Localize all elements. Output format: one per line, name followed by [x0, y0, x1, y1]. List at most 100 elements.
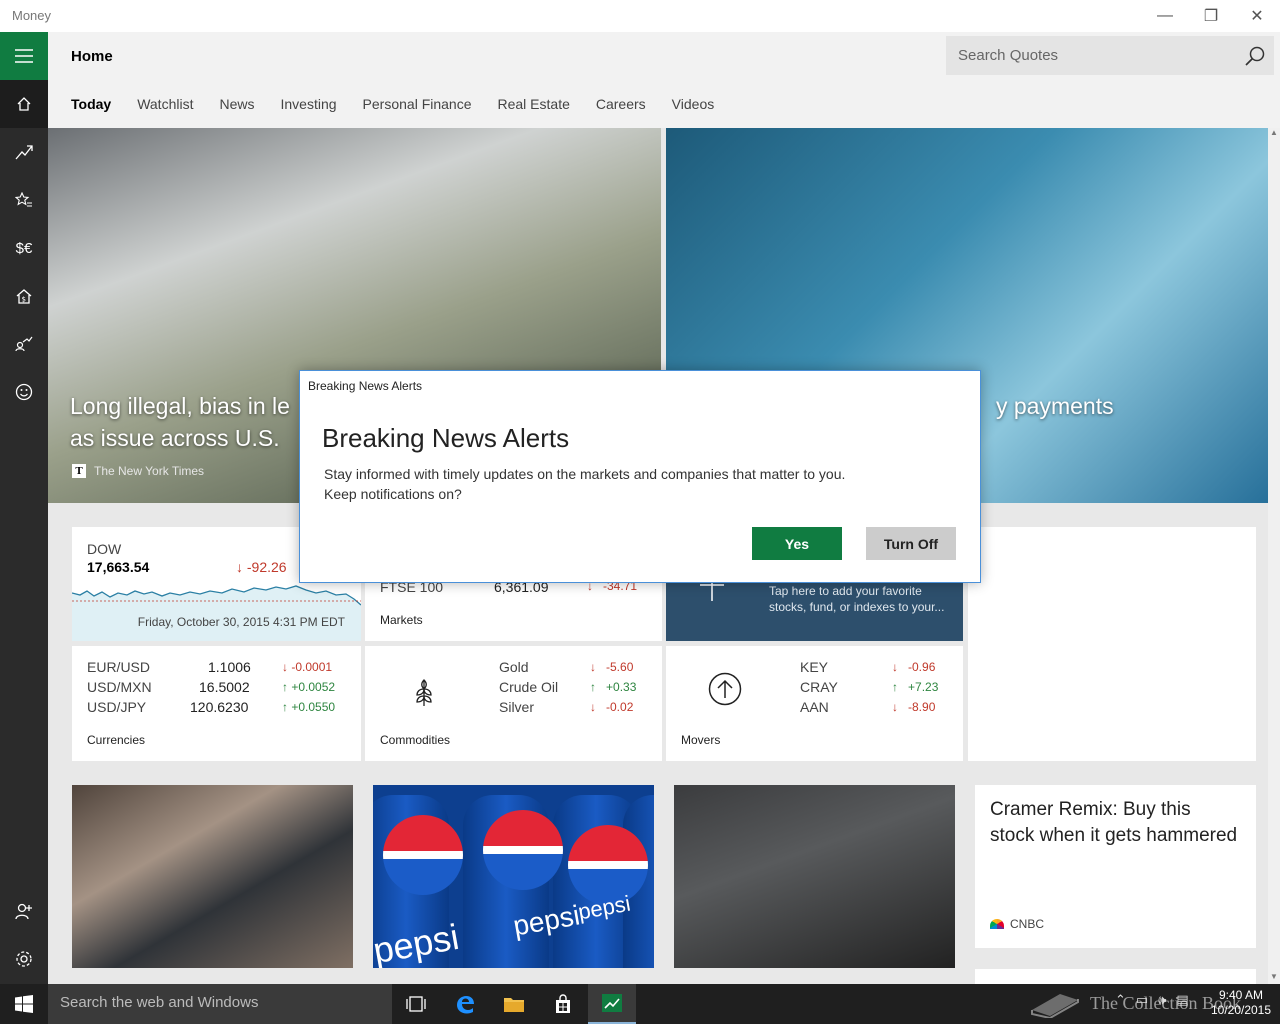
volume-icon[interactable]: 🕪: [1158, 992, 1166, 1008]
mover-change: ↓ -8.90: [892, 700, 936, 714]
mover-symbol: KEY: [800, 659, 829, 675]
currency-change-value: +0.0550: [291, 700, 336, 714]
system-clock[interactable]: 9:40 AM 10/20/2015: [1210, 988, 1272, 1018]
smiley-icon[interactable]: [0, 368, 48, 416]
close-button[interactable]: ✕: [1234, 0, 1280, 32]
scroll-down-icon[interactable]: ▼: [1268, 972, 1280, 984]
minimize-button[interactable]: —: [1142, 0, 1188, 32]
news-story-card[interactable]: [975, 969, 1256, 984]
money-app-icon[interactable]: [588, 984, 636, 1024]
tray-chevron-icon[interactable]: ⌃: [1115, 992, 1126, 1008]
hero-source: T The New York Times: [72, 464, 204, 478]
dialog-body: Stay informed with timely updates on the…: [324, 464, 845, 504]
scroll-up-icon[interactable]: ▲: [1268, 128, 1280, 140]
index-change: ↓ -92.26: [236, 559, 287, 575]
commodity-change: ↓ -5.60: [590, 660, 634, 674]
yes-button[interactable]: Yes: [752, 527, 842, 560]
app-title: Money: [12, 8, 52, 23]
mover-change-value: -8.90: [908, 700, 936, 714]
currency-name: EUR/USD: [87, 659, 151, 675]
news-story-image[interactable]: pepsi pepsi pepsi: [373, 785, 654, 968]
task-view-icon[interactable]: [392, 984, 440, 1024]
watchlist-prompt: Tap here to add your favorite stocks, fu…: [769, 584, 945, 614]
commodity-change-value: -0.02: [606, 700, 634, 714]
clock-date: 10/20/2015: [1210, 1003, 1272, 1017]
search-icon[interactable]: [1244, 45, 1266, 67]
add-user-icon[interactable]: [0, 887, 48, 935]
currencies-label: Currencies: [87, 733, 146, 747]
currency-icon[interactable]: $€: [0, 224, 48, 272]
windows-logo-icon: [15, 995, 33, 1013]
clock-time: 9:40 AM: [1218, 988, 1264, 1002]
tab-personal-finance[interactable]: Personal Finance: [363, 96, 472, 116]
currency-name: USD/MXN: [87, 679, 152, 695]
search-input[interactable]: [946, 36, 1236, 75]
person-chart-icon[interactable]: [0, 320, 48, 368]
action-center-icon[interactable]: ▤: [1176, 992, 1188, 1008]
edge-icon[interactable]: [441, 984, 489, 1024]
mover-change: ↑ +7.23: [892, 680, 939, 694]
cnbc-logo-icon: [990, 919, 1004, 929]
pepsi-logo-icon: [483, 810, 563, 890]
mover-change-value: +7.23: [908, 680, 939, 694]
currency-name: USD/JPY: [87, 699, 147, 715]
commodity-change: ↓ -0.02: [590, 700, 634, 714]
house-dollar-icon[interactable]: $: [0, 272, 48, 320]
system-tray: ⌃ ▭ 🕪 ▤: [1115, 992, 1189, 1008]
file-explorer-icon[interactable]: [490, 984, 538, 1024]
tab-watchlist[interactable]: Watchlist: [137, 96, 193, 116]
currency-change-value: -0.0001: [291, 660, 333, 674]
markets-label: Markets: [380, 613, 423, 627]
star-list-icon[interactable]: [0, 176, 48, 224]
index-name: DOW: [87, 541, 122, 557]
mover-symbol: CRAY: [800, 679, 838, 695]
nav-rail: $€ $: [0, 32, 48, 984]
chart-trend-icon[interactable]: [0, 128, 48, 176]
commodities-label: Commodities: [380, 733, 451, 747]
breaking-news-dialog: Breaking News Alerts Breaking News Alert…: [299, 370, 981, 583]
commodities-tile[interactable]: Gold ↓ -5.60 Crude Oil ↑ +0.33 Silver ↓ …: [365, 646, 662, 761]
news-source-name: CNBC: [1010, 917, 1045, 931]
turn-off-button[interactable]: Turn Off: [866, 527, 956, 560]
window-titlebar: Money — ❐ ✕: [0, 0, 1280, 32]
store-icon[interactable]: [539, 984, 587, 1024]
currency-value: 120.6230: [190, 699, 249, 715]
network-icon[interactable]: ▭: [1136, 992, 1148, 1008]
settings-icon[interactable]: [0, 935, 48, 983]
news-story-card[interactable]: Cramer Remix: Buy this stock when it get…: [975, 785, 1256, 948]
currency-change: ↑ +0.0052: [282, 680, 336, 694]
tab-news[interactable]: News: [219, 96, 254, 116]
currency-value: 1.1006: [208, 659, 251, 675]
index-value: 17,663.54: [87, 559, 150, 575]
tab-videos[interactable]: Videos: [672, 96, 715, 116]
tab-today[interactable]: Today: [71, 96, 111, 116]
taskbar-search[interactable]: Search the web and Windows: [48, 984, 392, 1024]
app-header: Home Today Watchlist News Investing Pers…: [48, 32, 1280, 128]
news-story-image[interactable]: [674, 785, 955, 968]
svg-text:$: $: [22, 296, 26, 304]
tab-careers[interactable]: Careers: [596, 96, 646, 116]
tab-investing[interactable]: Investing: [281, 96, 337, 116]
empty-tile: [968, 527, 1256, 761]
movers-tile[interactable]: KEY ↓ -0.96 CRAY ↑ +7.23 AAN ↓ -8.90 Mov…: [666, 646, 963, 761]
commodity-name: Silver: [499, 699, 535, 715]
news-story-image[interactable]: [72, 785, 353, 968]
movers-label: Movers: [681, 733, 721, 747]
section-tabs: Today Watchlist News Investing Personal …: [71, 96, 740, 116]
vertical-scrollbar[interactable]: ▲ ▼: [1268, 128, 1280, 984]
mover-change-value: -0.96: [908, 660, 936, 674]
currency-change-value: +0.0052: [291, 680, 336, 694]
commodity-change: ↑ +0.33: [590, 680, 637, 694]
dialog-body-line: Stay informed with timely updates on the…: [324, 466, 846, 482]
currency-change: ↑ +0.0550: [282, 700, 336, 714]
hamburger-icon[interactable]: [0, 32, 48, 80]
start-button[interactable]: [0, 984, 48, 1024]
currencies-tile[interactable]: EUR/USD 1.1006 ↓ -0.0001 USD/MXN 16.5002…: [72, 646, 361, 761]
maximize-button[interactable]: ❐: [1188, 0, 1234, 32]
arrow-up-circle-icon: [708, 672, 742, 706]
currency-value: 16.5002: [199, 679, 250, 695]
home-icon[interactable]: [0, 80, 48, 128]
commodity-name: Gold: [499, 659, 529, 675]
commodity-change-value: -5.60: [606, 660, 634, 674]
tab-real-estate[interactable]: Real Estate: [498, 96, 570, 116]
